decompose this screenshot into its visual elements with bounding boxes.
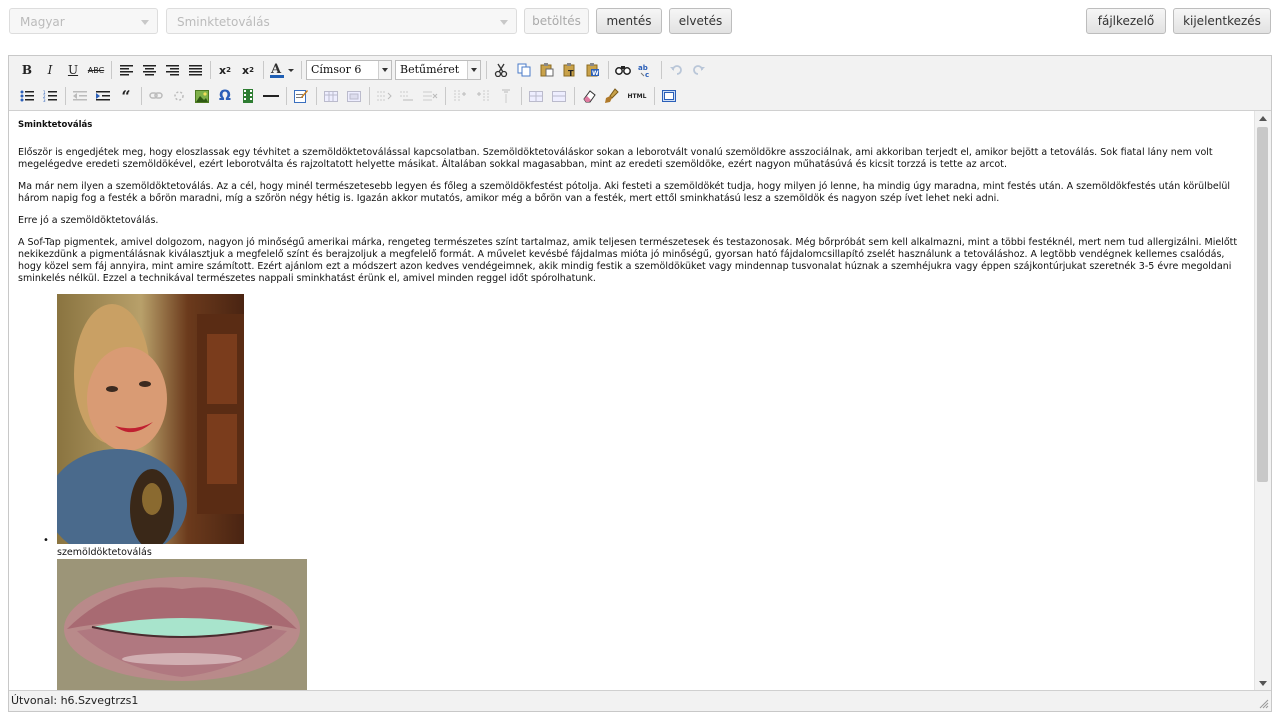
paragraph-1: Először is engedjétek meg, hogy eloszlas…: [18, 147, 1213, 170]
element-path: Útvonal: h6.Szvegtrzs1: [11, 694, 139, 707]
discard-button[interactable]: elvetés: [669, 8, 732, 34]
save-button[interactable]: mentés: [596, 8, 662, 34]
bold-icon[interactable]: B: [17, 60, 37, 80]
font-color-icon[interactable]: A: [268, 60, 296, 80]
align-center-icon[interactable]: [139, 60, 159, 80]
page-select-value: Sminktetoválás: [177, 15, 270, 29]
horizontal-rule-icon[interactable]: [261, 86, 281, 106]
remove-format-icon[interactable]: [579, 86, 599, 106]
paragraph-2: Ma már nem ilyen a szemöldöktetoválás. A…: [18, 181, 1231, 204]
merge-cells-icon[interactable]: [549, 86, 569, 106]
special-character-icon[interactable]: Ω: [215, 86, 235, 106]
top-bar: Magyar Sminktetoválás betöltés mentés el…: [0, 0, 1280, 46]
load-button[interactable]: betöltés: [524, 8, 589, 34]
subscript-icon[interactable]: x2: [215, 60, 235, 80]
indent-icon[interactable]: [93, 86, 113, 106]
edit-source-icon[interactable]: [291, 86, 311, 106]
fullscreen-icon[interactable]: [659, 86, 679, 106]
scroll-up-icon[interactable]: [1259, 116, 1267, 121]
insert-col-before-icon[interactable]: [450, 86, 470, 106]
paragraph-4: A Sof-Tap pigmentek, amivel dolgozom, na…: [18, 237, 1238, 284]
superscript-icon[interactable]: x2: [238, 60, 258, 80]
image-caption: szemöldöktetoválás: [57, 547, 152, 558]
chevron-down-icon: [141, 20, 149, 25]
redo-icon[interactable]: [689, 60, 709, 80]
blockquote-icon[interactable]: “: [116, 86, 136, 106]
list-bullet: •: [43, 535, 49, 546]
language-select-value: Magyar: [20, 15, 65, 29]
paste-word-icon[interactable]: W: [583, 60, 603, 80]
scroll-down-icon[interactable]: [1259, 681, 1267, 686]
toolbar-row-1: B I U ABC x2 x2 A Címsor 6 Betűméret T W: [17, 59, 712, 81]
bullet-list-icon[interactable]: [17, 86, 37, 106]
chevron-down-icon: [467, 61, 480, 79]
numbered-list-icon[interactable]: 123: [40, 86, 60, 106]
editor-toolbar: B I U ABC x2 x2 A Címsor 6 Betűméret T W: [9, 56, 1271, 111]
insert-row-before-icon[interactable]: [374, 86, 394, 106]
delete-row-icon[interactable]: [420, 86, 440, 106]
media-icon[interactable]: [238, 86, 258, 106]
editor-statusbar: Útvonal: h6.Szvegtrzs1: [9, 690, 1271, 711]
strikethrough-icon[interactable]: ABC: [86, 60, 106, 80]
html-icon[interactable]: HTML: [625, 86, 649, 106]
font-size-select[interactable]: Betűméret: [395, 60, 481, 80]
cleanup-icon[interactable]: [602, 86, 622, 106]
editor-content[interactable]: Sminktetoválás Először is engedjétek meg…: [9, 111, 1255, 691]
replace-icon[interactable]: ab c: [636, 60, 656, 80]
paste-icon[interactable]: [537, 60, 557, 80]
logout-button[interactable]: kijelentkezés: [1173, 8, 1271, 34]
toolbar-row-2: 123 “ Ω HTML: [17, 85, 682, 107]
language-select[interactable]: Magyar: [9, 8, 158, 34]
lips-photo[interactable]: [57, 559, 307, 691]
format-select[interactable]: Címsor 6: [306, 60, 392, 80]
portrait-photo[interactable]: [57, 294, 244, 544]
table-properties-icon[interactable]: [344, 86, 364, 106]
cut-icon[interactable]: [491, 60, 511, 80]
italic-icon[interactable]: I: [40, 60, 60, 80]
find-icon[interactable]: [613, 60, 633, 80]
scroll-thumb[interactable]: [1257, 127, 1268, 482]
align-left-icon[interactable]: [116, 60, 136, 80]
resize-grip-icon[interactable]: [1259, 699, 1269, 709]
page-select[interactable]: Sminktetoválás: [166, 8, 517, 34]
chevron-down-icon: [378, 61, 391, 79]
underline-icon[interactable]: U: [63, 60, 83, 80]
insert-col-after-icon[interactable]: [473, 86, 493, 106]
paste-text-icon[interactable]: T: [560, 60, 580, 80]
svg-text:c: c: [645, 71, 649, 78]
svg-text:3: 3: [43, 98, 46, 102]
undo-icon[interactable]: [666, 60, 686, 80]
unlink-icon[interactable]: [169, 86, 189, 106]
split-cells-icon[interactable]: [526, 86, 546, 106]
table-icon[interactable]: [321, 86, 341, 106]
font-size-select-value: Betűméret: [400, 63, 460, 76]
delete-col-icon[interactable]: [496, 86, 516, 106]
align-justify-icon[interactable]: [185, 60, 205, 80]
link-icon[interactable]: [146, 86, 166, 106]
rich-text-editor: B I U ABC x2 x2 A Címsor 6 Betűméret T W: [8, 55, 1272, 712]
svg-text:T: T: [568, 69, 574, 77]
align-right-icon[interactable]: [162, 60, 182, 80]
outdent-icon[interactable]: [70, 86, 90, 106]
image-icon[interactable]: [192, 86, 212, 106]
editor-scrollbar[interactable]: [1254, 111, 1271, 691]
insert-row-after-icon[interactable]: [397, 86, 417, 106]
file-manager-button[interactable]: fájlkezelő: [1086, 8, 1166, 34]
svg-text:W: W: [592, 70, 599, 77]
paragraph-3: Erre jó a szemöldöktetoválás.: [18, 215, 159, 226]
copy-icon[interactable]: [514, 60, 534, 80]
svg-text:A: A: [270, 62, 282, 77]
format-select-value: Címsor 6: [311, 63, 362, 76]
content-heading: Sminktetoválás: [18, 120, 93, 130]
chevron-down-icon: [500, 20, 508, 25]
